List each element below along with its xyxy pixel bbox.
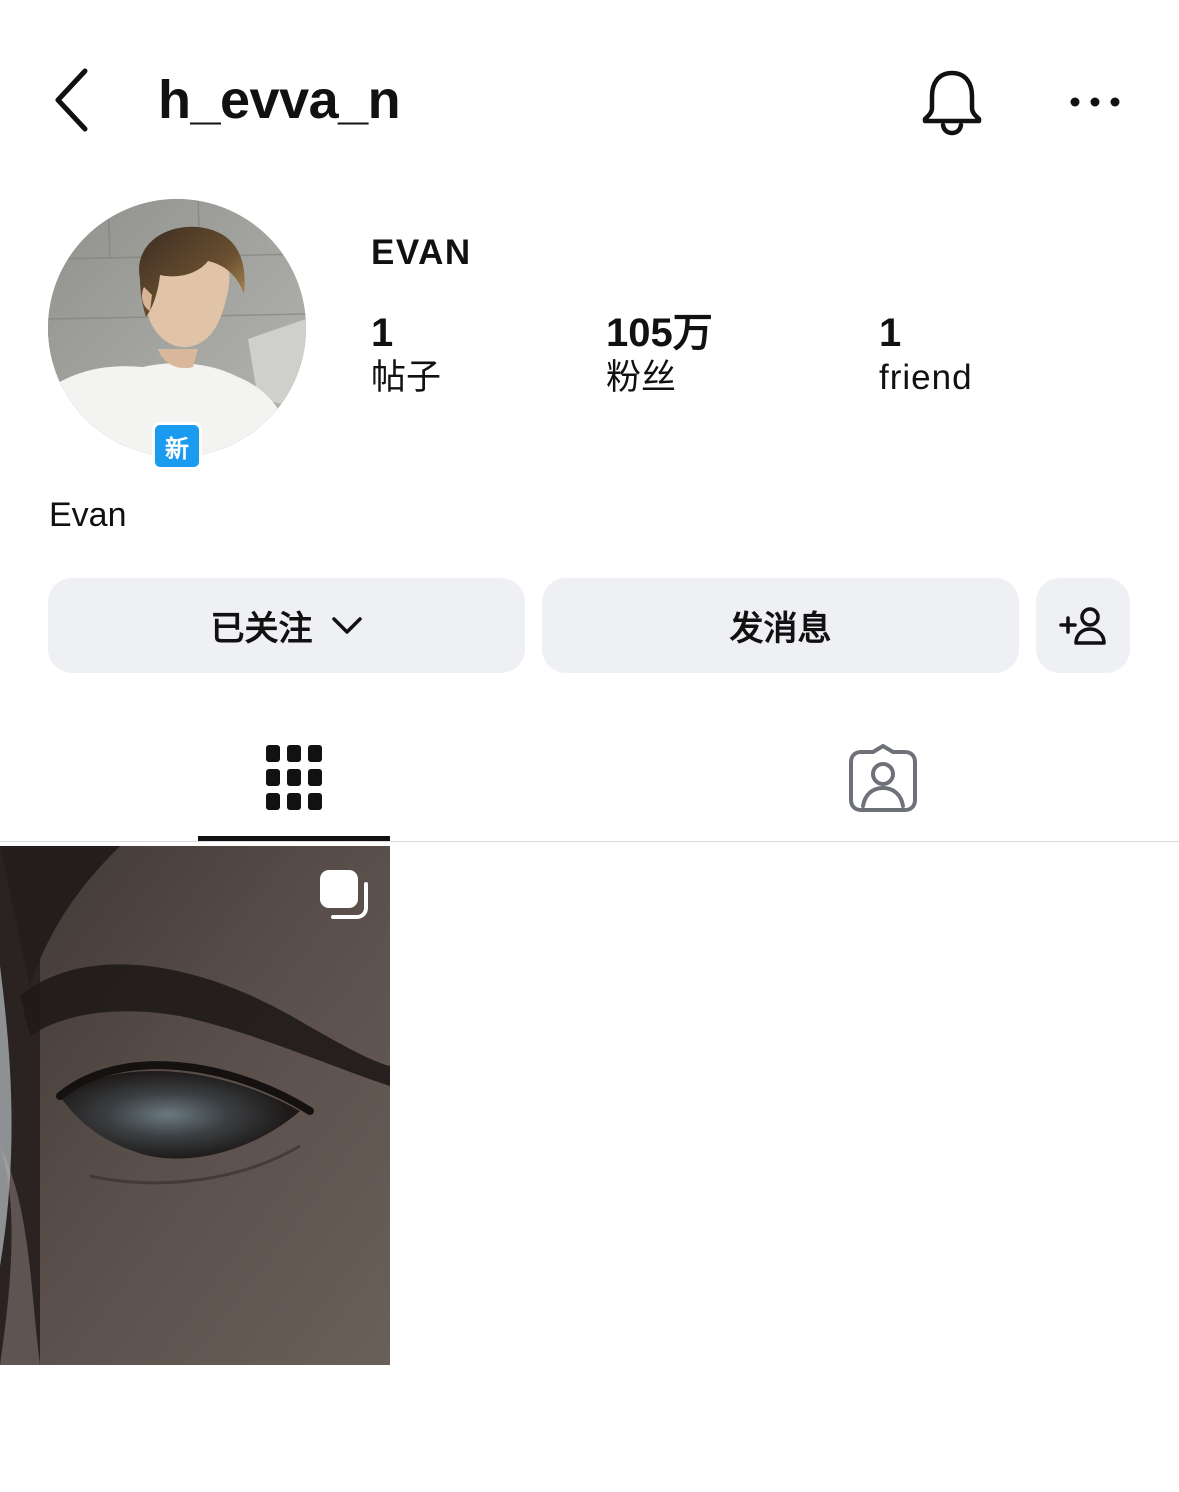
tagged-person-icon — [849, 743, 917, 812]
stat-friends-label: friend — [879, 358, 973, 397]
avatar[interactable] — [48, 199, 306, 457]
profile-photo — [48, 199, 306, 457]
post-thumbnail[interactable] — [0, 846, 390, 1365]
more-horizontal-icon — [1070, 97, 1120, 107]
message-label: 发消息 — [729, 609, 832, 649]
display-name: EVAN — [371, 233, 472, 272]
more-options-button[interactable] — [1060, 62, 1130, 142]
multiple-photos-icon — [320, 870, 368, 919]
back-button[interactable] — [52, 60, 122, 140]
stat-posts-count: 1 — [371, 311, 394, 355]
notifications-button[interactable] — [912, 62, 992, 142]
chevron-down-icon — [331, 616, 362, 634]
bell-icon — [922, 70, 982, 136]
add-person-icon — [1059, 606, 1106, 645]
tab-posts-grid[interactable] — [198, 715, 390, 840]
profile-page: h_evva_n 新 EVAN 1 帖子 105万 粉丝 1 friend Ev… — [0, 0, 1179, 1492]
chevron-left-icon — [55, 68, 88, 132]
stat-followers-label: 粉丝 — [606, 358, 677, 398]
new-badge: 新 — [152, 422, 202, 470]
stat-friends[interactable]: 1 friend — [879, 310, 973, 400]
carousel-indicator — [316, 866, 372, 922]
following-label: 已关注 — [210, 609, 313, 649]
profile-username: h_evva_n — [158, 70, 401, 130]
bio-name: Evan — [49, 496, 127, 534]
profile-header: h_evva_n — [0, 40, 1179, 160]
message-button[interactable]: 发消息 — [542, 578, 1019, 673]
stat-followers[interactable]: 105万 粉丝 — [606, 310, 713, 400]
add-friend-button[interactable] — [1036, 578, 1130, 673]
following-button[interactable]: 已关注 — [48, 578, 525, 673]
tab-tagged[interactable] — [787, 715, 979, 840]
stat-posts-label: 帖子 — [371, 358, 442, 398]
grid-icon — [266, 744, 322, 810]
post-photo — [0, 846, 390, 1365]
stat-friends-count: 1 — [879, 311, 902, 355]
stat-followers-count: 105万 — [606, 311, 713, 355]
stat-posts[interactable]: 1 帖子 — [371, 310, 441, 400]
tab-divider — [0, 841, 1179, 842]
